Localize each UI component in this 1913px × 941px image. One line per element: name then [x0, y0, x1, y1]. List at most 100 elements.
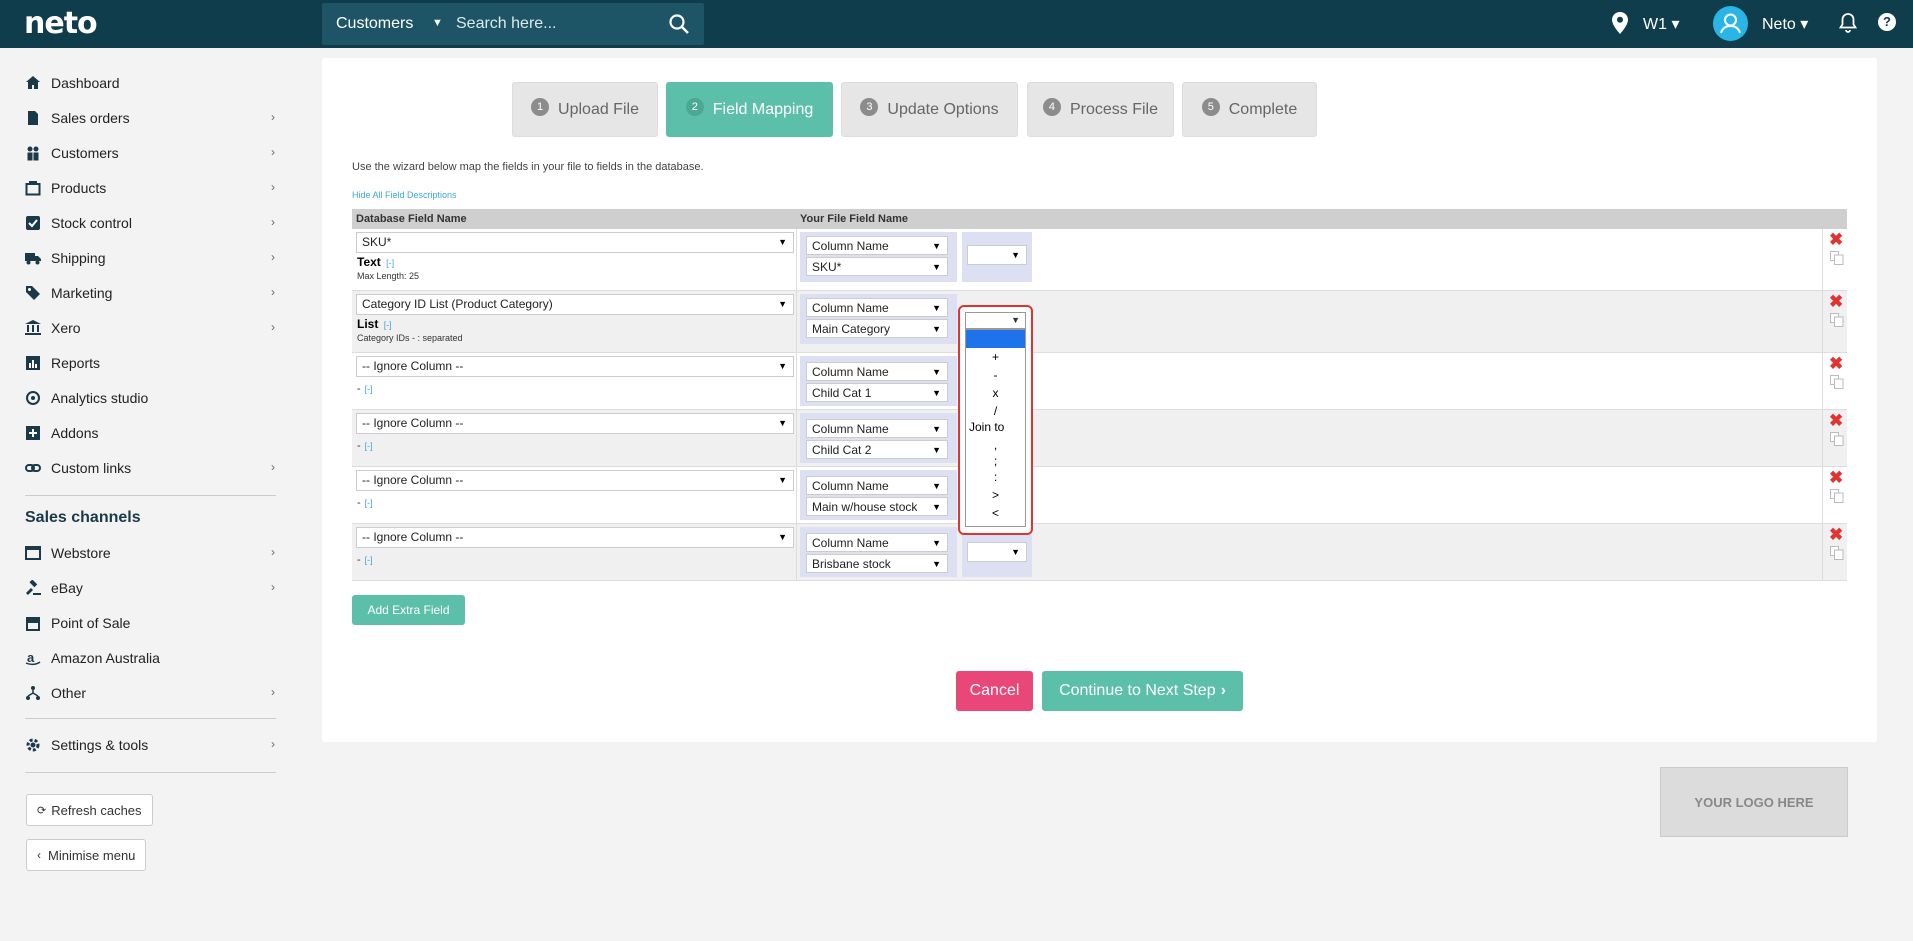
copy-icon[interactable] [1830, 546, 1844, 560]
collapse-toggle[interactable]: [-] [384, 320, 392, 330]
delete-icon[interactable]: ✖ [1829, 293, 1843, 310]
sidebar-item-reports[interactable]: Reports [25, 348, 275, 378]
database-field-select[interactable]: Category ID List (Product Category) ▼ [356, 294, 794, 315]
refresh-caches-button[interactable]: ⟳ Refresh caches [26, 794, 153, 826]
operator-option[interactable]: x [966, 384, 1025, 402]
sidebar-item-webstore[interactable]: Webstore › [25, 538, 275, 568]
copy-icon[interactable] [1830, 251, 1844, 265]
table-row: -- Ignore Column -- ▼ - [-] Column Name ▼ B… [352, 524, 1847, 581]
copy-icon[interactable] [1830, 375, 1844, 389]
delete-icon[interactable]: ✖ [1829, 231, 1843, 248]
continue-next-step-button[interactable]: Continue to Next Step › [1042, 671, 1243, 711]
file-column-select[interactable]: SKU* ▼ [806, 257, 948, 276]
sidebar-item-custom-links[interactable]: Custom links › [25, 453, 275, 483]
field-type: List [-] [357, 317, 392, 331]
database-field-select[interactable]: SKU* ▼ [356, 232, 794, 253]
operator-select[interactable]: ▼ [967, 542, 1027, 562]
chart-icon [26, 356, 40, 370]
sidebar-item-label: Amazon Australia [51, 650, 160, 666]
operator-option[interactable]: : [966, 468, 1025, 486]
step-complete[interactable]: 5 Complete [1182, 82, 1317, 137]
step-field-mapping[interactable]: 2 Field Mapping [666, 82, 833, 137]
bell-icon[interactable] [1839, 13, 1857, 33]
table-row: SKU* ▼ Text [-] Max Length: 25 Column Nam… [352, 229, 1847, 291]
database-field-select[interactable]: -- Ignore Column -- ▼ [356, 527, 794, 548]
search-input[interactable] [456, 11, 656, 37]
sidebar-item-amazon-australia[interactable]: a Amazon Australia [25, 643, 275, 673]
collapse-toggle[interactable]: [-] [365, 555, 373, 565]
location-selector[interactable]: W1 ▾ [1643, 14, 1679, 34]
database-field-select[interactable]: -- Ignore Column -- ▼ [356, 413, 794, 434]
step-process-file[interactable]: 4 Process File [1027, 82, 1174, 137]
sidebar-item-ebay[interactable]: eBay › [25, 573, 275, 603]
operator-option[interactable]: + [966, 348, 1025, 366]
file-column-select[interactable]: Child Cat 1 ▼ [806, 383, 948, 402]
delete-icon[interactable]: ✖ [1829, 469, 1843, 486]
file-column-select[interactable]: Child Cat 2 ▼ [806, 440, 948, 459]
mapping-type-select[interactable]: Column Name ▼ [806, 476, 948, 495]
copy-icon[interactable] [1830, 489, 1844, 503]
delete-icon[interactable]: ✖ [1829, 355, 1843, 372]
column-separator [796, 229, 797, 290]
file-column-select[interactable]: Brisbane stock ▼ [806, 554, 948, 573]
operator-option[interactable]: < [966, 504, 1025, 522]
file-column-select[interactable]: Main w/house stock ▼ [806, 497, 948, 516]
step-upload-file[interactable]: 1 Upload File [512, 82, 658, 137]
step-update-options[interactable]: 3 Update Options [841, 82, 1018, 137]
sidebar-item-stock-control[interactable]: Stock control › [25, 208, 275, 238]
copy-icon[interactable] [1830, 313, 1844, 327]
collapse-toggle[interactable]: [-] [365, 498, 373, 508]
collapse-toggle[interactable]: [-] [365, 441, 373, 451]
collapse-toggle[interactable]: [-] [365, 384, 373, 394]
file-column-select[interactable]: Main Category ▼ [806, 319, 948, 338]
mapping-type-value: Column Name [812, 536, 889, 550]
sidebar-item-customers[interactable]: Customers › [25, 138, 275, 168]
caret-down-icon: ▼ [932, 424, 941, 434]
operator-option[interactable]: Join to [966, 418, 1025, 436]
mapping-type-select[interactable]: Column Name ▼ [806, 298, 948, 317]
database-field-select[interactable]: -- Ignore Column -- ▼ [356, 356, 794, 377]
avatar[interactable] [1713, 6, 1748, 41]
sidebar-item-xero[interactable]: Xero › [25, 313, 275, 343]
caret-down-icon[interactable]: ▼ [432, 17, 443, 29]
operator-option[interactable]: - [966, 366, 1025, 384]
sidebar-item-products[interactable]: Products › [25, 173, 275, 203]
cancel-button[interactable]: Cancel [956, 671, 1033, 711]
delete-icon[interactable]: ✖ [1829, 412, 1843, 429]
user-menu[interactable]: Neto ▾ [1762, 14, 1808, 34]
sidebar-item-point-of-sale[interactable]: Point of Sale [25, 608, 275, 638]
search-scope-select[interactable]: Customers [336, 15, 413, 33]
operator-select[interactable]: ▼ [965, 312, 1026, 329]
sidebar-item-dashboard[interactable]: Dashboard [25, 68, 275, 98]
sidebar-item-settings-tools[interactable]: Settings & tools › [25, 730, 275, 760]
database-field-select[interactable]: -- Ignore Column -- ▼ [356, 470, 794, 491]
operator-option[interactable] [966, 330, 1025, 348]
column-separator [1822, 291, 1823, 352]
mapping-type-select[interactable]: Column Name ▼ [806, 419, 948, 438]
add-extra-field-button[interactable]: Add Extra Field [352, 595, 465, 625]
mapping-type-select[interactable]: Column Name ▼ [806, 236, 948, 255]
help-icon[interactable]: ? [1878, 13, 1896, 31]
location-pin-icon[interactable] [1612, 12, 1628, 34]
file-column-value: SKU* [812, 260, 842, 274]
mapping-type-select[interactable]: Column Name ▼ [806, 362, 948, 381]
sidebar-item-shipping[interactable]: Shipping › [25, 243, 275, 273]
search-icon[interactable] [668, 13, 690, 35]
sidebar-item-marketing[interactable]: Marketing › [25, 278, 275, 308]
hide-descriptions-link[interactable]: Hide All Field Descriptions [352, 190, 457, 200]
minimise-menu-button[interactable]: ‹ Minimise menu [26, 839, 147, 871]
sidebar-item-addons[interactable]: Addons [25, 418, 275, 448]
sidebar-item-sales-orders[interactable]: Sales orders › [25, 103, 275, 133]
delete-icon[interactable]: ✖ [1829, 526, 1843, 543]
caret-down-icon: ▼ [932, 445, 941, 455]
neto-logo[interactable]: neto [24, 6, 98, 41]
copy-icon[interactable] [1830, 432, 1844, 446]
sidebar-item-other[interactable]: Other › [25, 678, 275, 708]
gavel-icon [26, 580, 41, 595]
operator-select[interactable]: ▼ [967, 245, 1027, 265]
mapping-type-select[interactable]: Column Name ▼ [806, 533, 948, 552]
sidebar-item-label: Dashboard [51, 75, 120, 91]
collapse-toggle[interactable]: [-] [386, 258, 394, 268]
operator-option[interactable]: > [966, 486, 1025, 504]
sidebar-item-analytics-studio[interactable]: Analytics studio [25, 383, 275, 413]
